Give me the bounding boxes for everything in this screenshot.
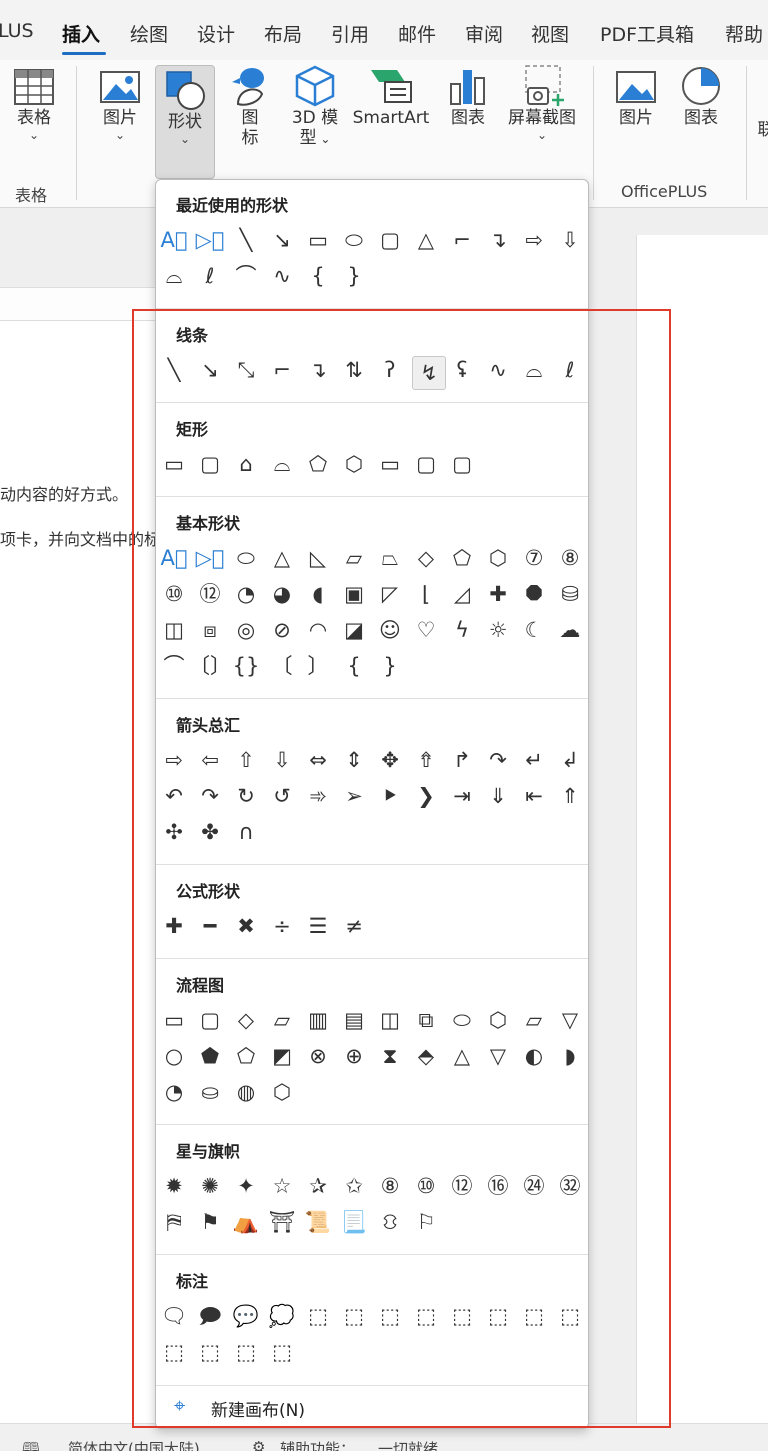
shape-item[interactable]: ╲ — [232, 226, 260, 254]
document-text-line: 动内容的好方式。 — [0, 485, 129, 504]
icons-label-1: 图 — [241, 108, 259, 128]
3d-label-2: 型 ⌄ — [299, 128, 331, 148]
section-title: 最近使用的形状 — [176, 196, 289, 215]
menu-insert[interactable]: 插入 — [62, 20, 100, 47]
menu-review[interactable]: 审阅 — [465, 20, 503, 47]
smartart-label: SmartArt — [352, 108, 430, 128]
shapes-icon — [166, 71, 205, 110]
shape-item[interactable]: ⌒ — [232, 262, 260, 290]
icons-label-2: 标 — [241, 128, 259, 148]
picture-label: 图片 — [103, 108, 137, 128]
shape-item[interactable]: △ — [412, 226, 440, 254]
language-status[interactable]: 简体中文(中国大陆) — [68, 1438, 200, 1451]
shapes-label: 形状 — [168, 112, 202, 132]
table-button[interactable]: 表格 ⌄ — [8, 64, 60, 142]
table-icon — [14, 69, 54, 105]
links-label: 联 — [757, 120, 768, 140]
links-button[interactable]: 联 — [756, 120, 768, 140]
highlight-box — [132, 309, 671, 1428]
active-tab-indicator — [62, 52, 106, 55]
shape-item[interactable]: ⇩ — [556, 226, 584, 254]
officeplus-picture-label: 图片 — [619, 108, 653, 128]
menu-view[interactable]: 视图 — [531, 20, 569, 47]
pie-chart-icon — [682, 67, 720, 105]
officeplus-chart-label: 图表 — [684, 108, 718, 128]
group-label-table: 表格 — [15, 186, 48, 205]
menu-references[interactable]: 引用 — [331, 20, 369, 47]
picture-icon — [616, 71, 656, 103]
screenshot-button[interactable]: 屏幕截图 ⌄ — [504, 64, 580, 142]
ready-status: 一切就绪 — [378, 1440, 439, 1451]
menu-help[interactable]: 帮助 — [725, 20, 763, 47]
shape-item[interactable]: ▢ — [376, 226, 404, 254]
menu-officeplus[interactable]: LUS — [0, 20, 34, 42]
group-separator — [746, 66, 747, 200]
screenshot-label: 屏幕截图 — [508, 108, 576, 128]
shape-item[interactable]: ⬭ — [340, 226, 368, 254]
officeplus-chart-button[interactable]: 图表 — [676, 64, 726, 128]
shape-item[interactable]: ▭ — [304, 226, 332, 254]
cube-icon — [295, 65, 335, 107]
shape-item[interactable]: ∿ — [268, 262, 296, 290]
shape-item[interactable]: ↴ — [484, 226, 512, 254]
icons-icon — [232, 68, 264, 106]
accessibility-status[interactable]: 辅助功能： — [280, 1438, 355, 1451]
table-label: 表格 — [17, 108, 51, 128]
chevron-down-icon: ⌄ — [536, 128, 548, 142]
accessibility-icon: ⚙ — [252, 1438, 266, 1451]
shape-item[interactable]: ⌓ — [160, 262, 188, 290]
shape-item[interactable]: { — [304, 262, 332, 290]
shape-item[interactable]: A⃞ — [160, 226, 188, 254]
3d-models-button[interactable]: 3D 模 型 ⌄ — [286, 64, 344, 149]
group-label-officeplus: OfficePLUS — [621, 182, 708, 201]
book-icon: 🕮 — [22, 1439, 40, 1451]
bar-chart-icon — [450, 70, 485, 105]
chevron-down-icon: ⌄ — [179, 132, 191, 146]
picture-button[interactable]: 图片 ⌄ — [94, 64, 146, 142]
3d-label-1: 3D 模 — [291, 108, 339, 128]
shape-item[interactable]: ℓ — [196, 262, 224, 290]
group-separator — [76, 66, 77, 200]
shape-item[interactable]: ⇨ — [520, 226, 548, 254]
chart-label: 图表 — [451, 108, 485, 128]
screenshot-icon — [525, 65, 564, 106]
chevron-down-icon: ⌄ — [28, 128, 40, 142]
shape-item[interactable]: } — [340, 262, 368, 290]
shape-item[interactable]: ⌐ — [448, 226, 476, 254]
icons-button[interactable]: 图 标 — [226, 64, 274, 148]
chart-button[interactable]: 图表 — [444, 64, 492, 128]
chevron-down-icon: ⌄ — [114, 128, 126, 142]
menu-mailings[interactable]: 邮件 — [398, 20, 436, 47]
shapes-button[interactable]: 形状 ⌄ — [155, 65, 215, 179]
group-separator — [593, 66, 594, 200]
menu-draw[interactable]: 绘图 — [130, 20, 168, 47]
menu-layout[interactable]: 布局 — [264, 20, 302, 47]
picture-icon — [100, 71, 140, 103]
menu-design[interactable]: 设计 — [197, 20, 235, 47]
officeplus-picture-button[interactable]: 图片 — [612, 64, 660, 128]
shape-item[interactable]: ↘ — [268, 226, 296, 254]
smartart-icon — [371, 70, 412, 103]
menu-pdf-toolbox[interactable]: PDF工具箱 — [600, 20, 694, 47]
smartart-button[interactable]: SmartArt — [350, 64, 432, 128]
shape-item[interactable]: ▷⃞ — [196, 226, 225, 254]
menu-bar: LUS 插入 绘图 设计 布局 引用 邮件 审阅 视图 PDF工具箱 帮助 — [0, 0, 768, 60]
